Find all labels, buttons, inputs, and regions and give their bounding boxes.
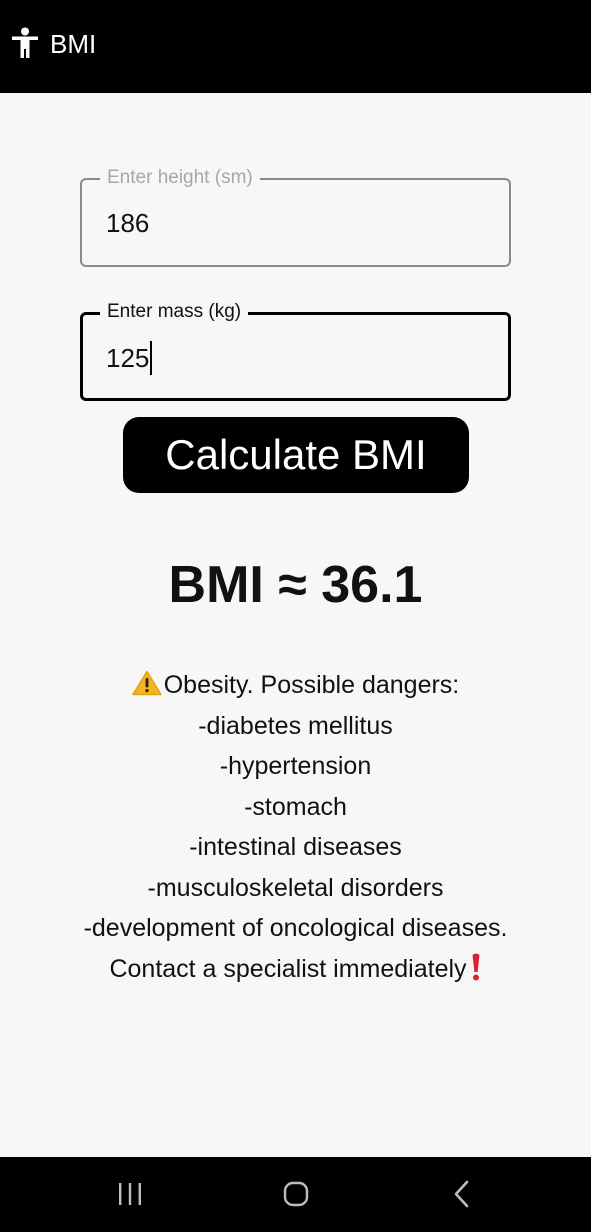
- mass-field-label: Enter mass (kg): [100, 301, 249, 323]
- advice-line: -diabetes mellitus: [198, 711, 393, 740]
- warning-icon: [131, 670, 162, 696]
- advice-line: -development of oncological diseases.: [83, 914, 508, 942]
- advice-line: -hypertension: [219, 752, 372, 780]
- advice-line: -intestinal diseases: [189, 833, 402, 861]
- app-bar: BMI: [0, 0, 591, 93]
- home-icon[interactable]: [276, 1177, 316, 1211]
- bmi-result: BMI ≈ 36.1: [168, 556, 423, 614]
- recent-apps-icon[interactable]: [110, 1177, 150, 1211]
- back-icon[interactable]: [443, 1177, 483, 1211]
- advice-line: Obesity. Possible dangers:: [0, 665, 591, 706]
- height-field[interactable]: Enter height (sm) 186: [80, 167, 511, 267]
- accessibility-person-icon: [12, 27, 38, 58]
- advice-line: -stomach: [244, 792, 347, 821]
- app-title: BMI: [50, 29, 97, 59]
- height-field-value[interactable]: 186: [106, 207, 149, 239]
- calculate-bmi-button[interactable]: Calculate BMI: [123, 417, 469, 493]
- mass-field[interactable]: Enter mass (kg) 125: [80, 301, 511, 401]
- advice-line: Contact a specialist immediately: [0, 949, 591, 990]
- advice-line: -musculoskeletal disorders: [147, 873, 444, 902]
- text-cursor: [150, 341, 153, 375]
- height-field-label: Enter height (sm): [100, 167, 260, 189]
- system-navigation-bar: [0, 1157, 591, 1232]
- mass-field-value[interactable]: 125: [106, 341, 153, 375]
- advice-text: Obesity. Possible dangers: -diabetes mel…: [0, 665, 591, 989]
- exclamation-icon: [472, 953, 480, 980]
